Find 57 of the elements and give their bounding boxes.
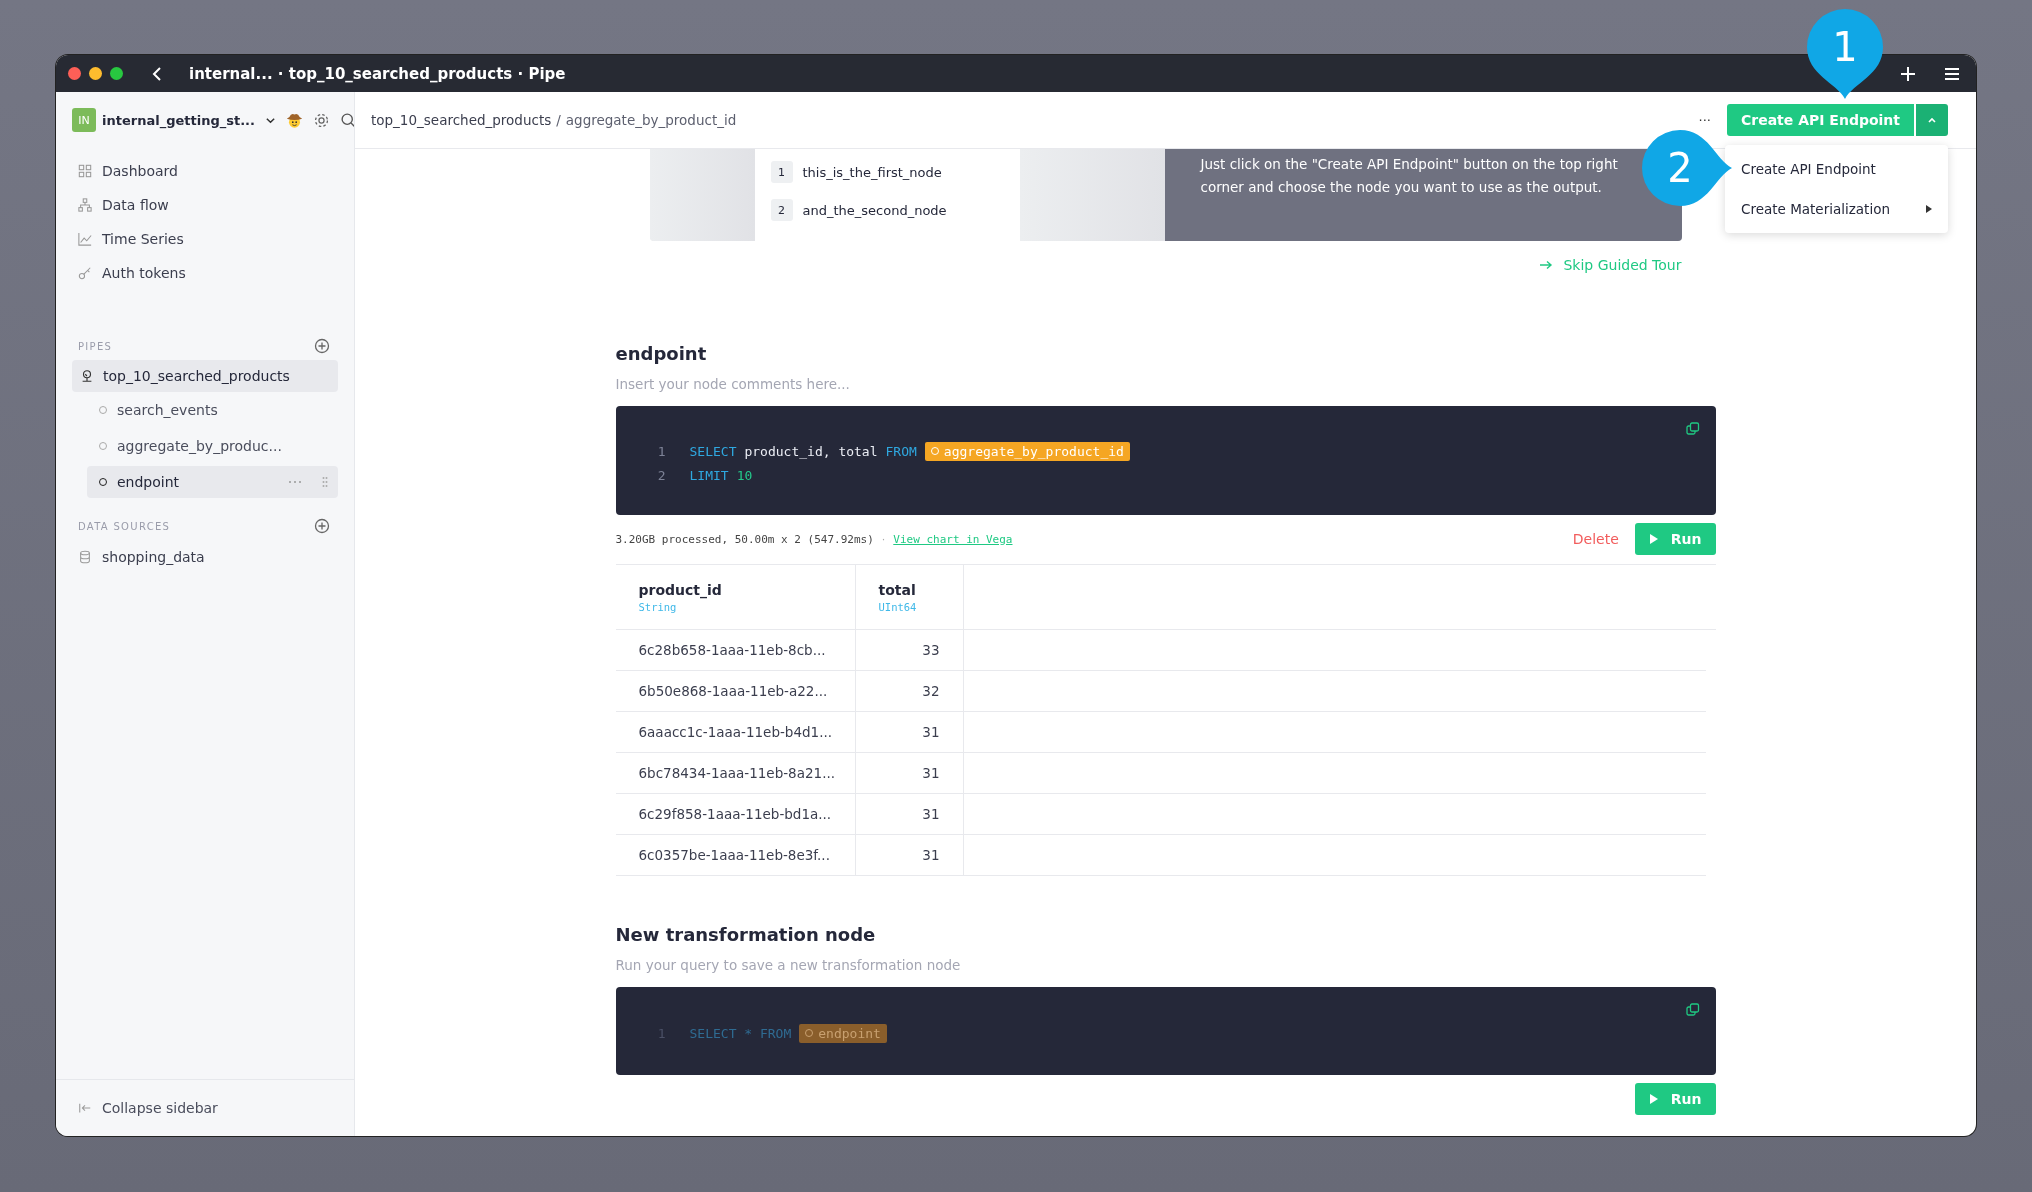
nav-item[interactable]: Data flow xyxy=(72,188,338,222)
node-name: and_the_second_node xyxy=(802,202,947,218)
table-cell: 31 xyxy=(922,724,940,740)
nav-item[interactable]: Dashboard xyxy=(72,154,338,188)
sql-keyword: SELECT * FROM xyxy=(689,1025,792,1041)
table-cell: 6aaacc1c-1aaa-11eb-b4d1... xyxy=(638,724,833,740)
workspace-avatar: IN xyxy=(72,108,96,132)
tour-text: Just click on the "Create API Endpoint" button on the top right corner and choose the node you want to use as the output. xyxy=(1200,156,1618,195)
sql-text: product_id, total xyxy=(744,443,878,459)
breadcrumb-link[interactable]: top_10_searched_products xyxy=(371,112,552,128)
table-cell: 31 xyxy=(922,765,940,781)
step-callout: 2 xyxy=(1640,128,1732,208)
node-number: 2 xyxy=(770,199,793,221)
table-cell: 6c28b658-1aaa-11eb-8cb... xyxy=(638,642,826,658)
breadcrumb-current: aggregate_by_product_id xyxy=(565,112,737,128)
node-item[interactable]: search_events xyxy=(87,394,338,426)
column-type: UInt64 xyxy=(878,600,918,613)
window-title: internal... · top_10_searched_products · Pipe xyxy=(189,64,566,83)
query-stats: 3.20GB processed, 50.00m x 2 (547.92ms) xyxy=(615,532,874,546)
node-item[interactable]: endpoint xyxy=(87,466,338,498)
step-callout: 1 xyxy=(1805,7,1885,99)
line-number: 1 xyxy=(656,443,666,459)
table-cell: 31 xyxy=(922,847,940,863)
separator-dot: · xyxy=(881,532,886,546)
table-cell: 6b50e868-1aaa-11eb-a22... xyxy=(638,683,828,699)
sql-keyword: LIMIT xyxy=(689,467,729,483)
data-source-item[interactable]: shopping_data xyxy=(72,540,338,574)
collapse-sidebar-link[interactable]: Collapse sidebar xyxy=(56,1079,354,1136)
sql-editor[interactable]: 1 SELECT product_id, total FROM aggregate_by_product_id 2 LIMIT 10 xyxy=(615,406,1716,515)
nav-item[interactable]: Auth tokens xyxy=(72,256,338,290)
sql-number: 10 xyxy=(736,467,753,483)
nav-item[interactable]: Time Series xyxy=(72,222,338,256)
sql-keyword: FROM xyxy=(885,443,917,459)
workspace-name[interactable]: internal_getting_st... xyxy=(102,112,255,128)
node-description: Insert your node comments here... xyxy=(615,376,851,392)
table-cell: 32 xyxy=(922,683,940,699)
node-title: New transformation node xyxy=(615,924,877,945)
table-cell: 6c29f858-1aaa-11eb-bd1a... xyxy=(638,806,832,822)
section-heading: PIPES xyxy=(78,340,113,352)
node-title: endpoint xyxy=(615,343,708,364)
node-item[interactable]: aggregate_by_produc... xyxy=(87,430,338,462)
table-cell: 33 xyxy=(922,642,940,658)
breadcrumb-separator: / xyxy=(556,112,561,128)
line-number: 2 xyxy=(656,467,666,483)
table-cell: 6c0357be-1aaa-11eb-8e3f... xyxy=(638,847,830,863)
table-cell: 31 xyxy=(922,806,940,822)
node-number: 1 xyxy=(770,161,793,183)
node-name: this_is_the_first_node xyxy=(802,164,942,180)
column-header: product_id xyxy=(638,581,723,598)
more-button[interactable]: ··· xyxy=(1698,112,1711,128)
column-type: String xyxy=(638,600,678,613)
node-description: Run your query to save a new transformation node xyxy=(615,957,962,973)
pipe-item[interactable]: top_10_searched_products xyxy=(72,360,338,392)
column-header: total xyxy=(878,581,917,598)
section-heading: DATA SOURCES xyxy=(78,520,171,532)
table-cell: 6bc78434-1aaa-11eb-8a21... xyxy=(638,765,835,781)
sql-keyword: SELECT xyxy=(689,443,737,459)
